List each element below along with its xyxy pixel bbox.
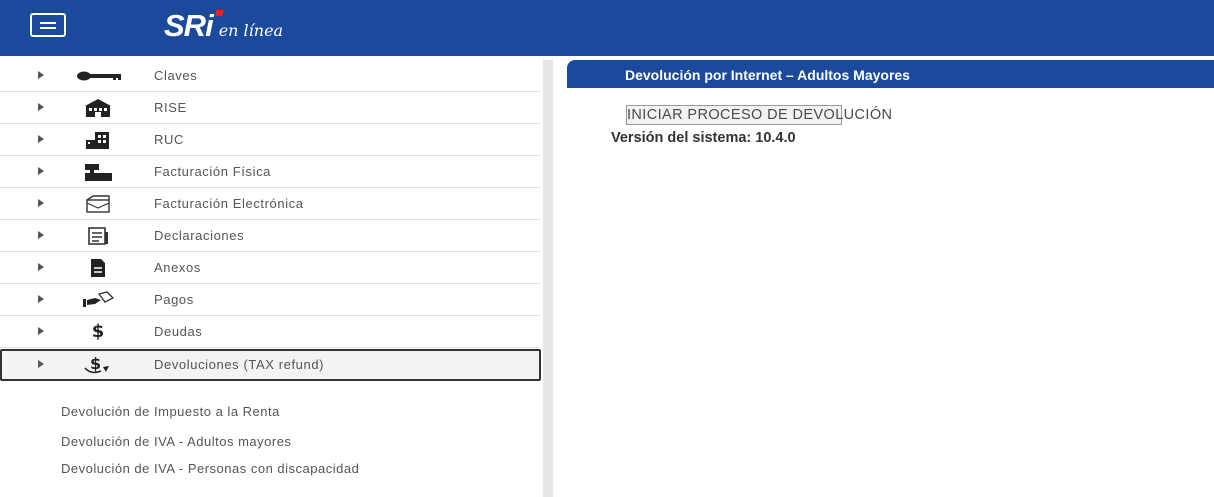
building-icon — [68, 97, 128, 119]
hand-payment-icon — [68, 289, 128, 311]
expand-arrow-icon — [38, 199, 44, 207]
sidebar-item-deudas[interactable]: $ Deudas — [0, 316, 540, 348]
dollar-refund-icon: $ — [68, 354, 128, 376]
sidebar-item-ruc[interactable]: RUC — [0, 124, 540, 156]
sublink-devolucion-iva-discapacidad[interactable]: Devolución de IVA - Personas con discapa… — [61, 462, 421, 475]
expand-arrow-icon — [38, 135, 44, 143]
hamburger-menu-icon[interactable] — [30, 13, 66, 37]
start-refund-button[interactable]: INICIAR PROCESO DE DEVOLUCIÓN — [626, 105, 892, 125]
svg-text:$: $ — [90, 354, 101, 373]
dollar-icon: $ — [91, 321, 105, 342]
app-root: SRi en línea Claves RISE RUC Facturación… — [0, 0, 1214, 497]
sidebar-item-label: Facturación Física — [154, 164, 272, 179]
sidebar-item-label: Anexos — [154, 260, 201, 275]
document-list-icon — [68, 225, 128, 247]
sidebar-item-facturacion-electronica[interactable]: Facturación Electrónica — [0, 188, 540, 220]
expand-arrow-icon — [38, 71, 44, 79]
sidebar-item-label: Deudas — [154, 324, 203, 339]
sidebar-item-label: Devoluciones (TAX refund) — [154, 357, 325, 372]
sidebar-item-claves[interactable]: Claves — [0, 60, 540, 92]
sidebar-item-declaraciones[interactable]: Declaraciones — [0, 220, 540, 252]
envelope-icon — [68, 193, 128, 215]
expand-arrow-icon — [38, 295, 44, 303]
expand-arrow-icon — [38, 103, 44, 111]
cash-register-icon — [68, 161, 128, 183]
sublink-devolucion-renta[interactable]: Devolución de Impuesto a la Renta — [61, 405, 280, 418]
sidebar-item-label: Declaraciones — [154, 228, 245, 243]
sublink-devolucion-iva-adultos[interactable]: Devolución de IVA - Adultos mayores — [61, 435, 291, 448]
panel-title: Devolución por Internet – Adultos Mayore… — [625, 67, 910, 83]
sidebar-item-rise[interactable]: RISE — [0, 92, 540, 124]
sidebar-item-label: RUC — [154, 132, 184, 147]
sidebar-item-label: RISE — [154, 100, 187, 115]
logo-main-text: SRi — [164, 8, 214, 43]
sidebar-scrollbar[interactable] — [543, 60, 553, 497]
expand-arrow-icon — [38, 263, 44, 271]
sidebar-item-anexos[interactable]: Anexos — [0, 252, 540, 284]
key-icon — [68, 65, 128, 87]
sidebar-item-facturacion-fisica[interactable]: Facturación Física — [0, 156, 540, 188]
panel-header: Devolución por Internet – Adultos Mayore… — [567, 60, 1214, 88]
sidebar-item-label: Pagos — [154, 292, 194, 307]
expand-arrow-icon — [38, 167, 44, 175]
sidebar-item-devoluciones[interactable]: $ Devoluciones (TAX refund) — [0, 349, 541, 381]
sidebar-item-label: Claves — [154, 68, 198, 83]
sidebar-menu: Claves RISE RUC Facturación Física Factu… — [0, 60, 543, 497]
expand-arrow-icon — [38, 360, 44, 368]
sri-logo[interactable]: SRi en línea — [164, 8, 283, 48]
office-building-icon — [68, 129, 128, 151]
file-icon — [68, 257, 128, 279]
logo-sub-text: en línea — [218, 21, 284, 40]
expand-arrow-icon — [38, 231, 44, 239]
top-header: SRi en línea — [0, 0, 1214, 56]
expand-arrow-icon — [38, 327, 44, 335]
logo-red-dot — [215, 10, 224, 16]
sidebar-item-pagos[interactable]: Pagos — [0, 284, 540, 316]
system-version: Versión del sistema: 10.4.0 — [611, 130, 796, 146]
sidebar-item-label: Facturación Electrónica — [154, 196, 304, 211]
